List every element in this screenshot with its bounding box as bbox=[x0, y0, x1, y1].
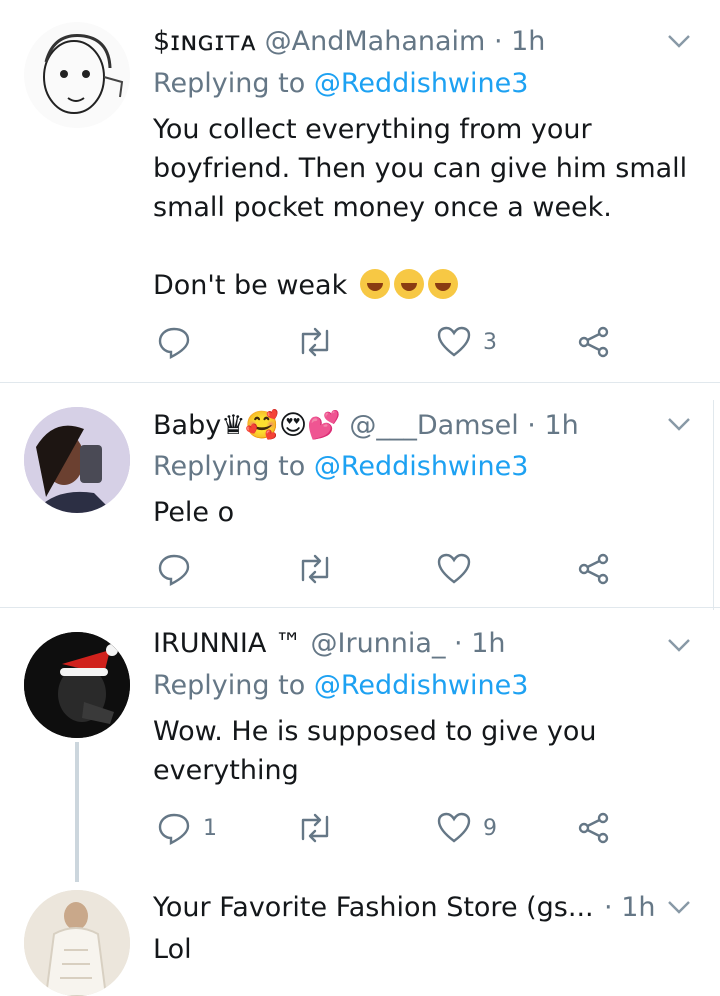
tweet-text: You collect everything from your boyfrie… bbox=[153, 110, 693, 305]
like-button[interactable]: 3 bbox=[437, 322, 497, 362]
heart-icon bbox=[437, 553, 471, 584]
heart-icon bbox=[437, 326, 471, 357]
like-count: 9 bbox=[483, 815, 497, 841]
avatar[interactable] bbox=[24, 632, 130, 738]
separator-dot: · bbox=[527, 410, 536, 441]
tweet-header: Your Favorite Fashion Store (gs... bbox=[153, 892, 600, 923]
replying-to: Replying to @Reddishwine3 bbox=[153, 68, 528, 99]
chevron-down-icon[interactable] bbox=[666, 894, 692, 920]
chevron-down-icon[interactable] bbox=[666, 411, 692, 437]
mention-link[interactable]: @Reddishwine3 bbox=[314, 68, 529, 99]
tweet-text: Pele o bbox=[153, 493, 693, 532]
reply-icon bbox=[158, 813, 190, 845]
retweet-button[interactable] bbox=[297, 808, 345, 848]
tweet[interactable]: $ɪɴɢɪᴛᴀ @AndMahanaim · 1h Replying to @R… bbox=[0, 0, 720, 382]
tweet[interactable]: IRUNNIA ™ @Irunnia_ · 1h Replying to @Re… bbox=[0, 608, 720, 878]
replying-to: Replying to @Reddishwine3 bbox=[153, 451, 528, 482]
share-icon bbox=[578, 553, 609, 585]
retweet-icon bbox=[301, 813, 329, 843]
user-handle[interactable]: @___Damsel bbox=[349, 410, 518, 441]
user-handle[interactable]: @Irunnia_ bbox=[311, 628, 446, 659]
tweet[interactable]: Your Favorite Fashion Store (gs... · 1h … bbox=[0, 884, 720, 996]
separator-dot: · bbox=[604, 892, 613, 923]
reply-icon bbox=[158, 554, 190, 586]
share-icon bbox=[578, 812, 609, 844]
display-name[interactable]: $ɪɴɢɪᴛᴀ bbox=[153, 26, 256, 57]
tweet-text-line bbox=[153, 227, 693, 266]
replying-to-prefix: Replying to bbox=[153, 670, 306, 701]
chevron-down-icon[interactable] bbox=[666, 28, 692, 54]
chevron-down-icon[interactable] bbox=[666, 632, 692, 658]
avatar[interactable] bbox=[24, 22, 130, 128]
tweet-text-line: Pele o bbox=[153, 497, 235, 528]
share-button[interactable] bbox=[577, 322, 611, 362]
thread-connector-line bbox=[75, 742, 79, 882]
retweet-icon bbox=[301, 554, 329, 584]
like-button[interactable]: 9 bbox=[437, 808, 497, 848]
timestamp[interactable]: 1h bbox=[511, 26, 545, 57]
reply-count: 1 bbox=[203, 815, 217, 841]
like-button[interactable] bbox=[437, 549, 483, 589]
separator-dot: · bbox=[493, 26, 503, 57]
share-icon bbox=[578, 326, 609, 358]
timestamp[interactable]: 1h bbox=[621, 892, 655, 923]
tweet-text-line: boyfriend. Then you can give him small bbox=[153, 153, 688, 184]
like-count: 3 bbox=[483, 329, 497, 355]
tweet-header-meta: · 1h bbox=[604, 892, 660, 923]
share-button[interactable] bbox=[577, 549, 611, 589]
user-handle[interactable]: @AndMahanaim bbox=[265, 26, 486, 57]
avatar[interactable] bbox=[24, 407, 130, 513]
tweet-header: Baby♛🥰😍💕 @___Damsel · 1h bbox=[153, 409, 650, 441]
timestamp[interactable]: 1h bbox=[471, 628, 505, 659]
tweet-header: $ɪɴɢɪᴛᴀ @AndMahanaim · 1h bbox=[153, 26, 650, 57]
replying-to-prefix: Replying to bbox=[153, 68, 306, 99]
reply-button[interactable]: 1 bbox=[157, 808, 217, 848]
tweet-actions bbox=[153, 549, 623, 589]
tweet-text-line: You collect everything from your bbox=[153, 114, 592, 145]
separator-dot: · bbox=[454, 628, 463, 659]
mention-link[interactable]: @Reddishwine3 bbox=[314, 670, 529, 701]
heart-icon bbox=[437, 812, 471, 843]
name-emoji: ♛🥰😍💕 bbox=[221, 410, 341, 441]
display-name[interactable]: IRUNNIA ™ bbox=[153, 628, 302, 659]
timestamp[interactable]: 1h bbox=[544, 410, 578, 441]
tweet-text: Lol bbox=[153, 930, 693, 969]
tweet-actions: 3 bbox=[153, 322, 623, 362]
display-name[interactable]: Your Favorite Fashion Store (gs... bbox=[153, 892, 594, 923]
display-name[interactable]: Baby bbox=[153, 410, 221, 441]
tweet-header: IRUNNIA ™ @Irunnia_ · 1h bbox=[153, 628, 650, 659]
tweet-text-line: Don't be weak bbox=[153, 266, 693, 305]
retweet-button[interactable] bbox=[297, 549, 345, 589]
tweet-text: Wow. He is supposed to give you everythi… bbox=[153, 712, 693, 790]
avatar-photo bbox=[24, 407, 130, 513]
replying-to: Replying to @Reddishwine3 bbox=[153, 670, 528, 701]
reply-icon bbox=[158, 327, 190, 359]
share-button[interactable] bbox=[577, 808, 611, 848]
rofl-emoji bbox=[359, 269, 390, 299]
avatar[interactable] bbox=[24, 890, 130, 996]
tweet-actions: 1 9 bbox=[153, 808, 623, 848]
tweet-text-line: small pocket money once a week. bbox=[153, 192, 612, 223]
tweet-text-line: Lol bbox=[153, 934, 192, 965]
scrollbar[interactable] bbox=[713, 400, 720, 610]
replying-to-prefix: Replying to bbox=[153, 451, 306, 482]
avatar-sketch-image bbox=[24, 22, 130, 128]
mention-link[interactable]: @Reddishwine3 bbox=[314, 451, 529, 482]
tweet-text-line: Wow. He is supposed to give you bbox=[153, 716, 597, 747]
tweet-text-line: everything bbox=[153, 755, 299, 786]
retweet-button[interactable] bbox=[297, 322, 345, 362]
rofl-emoji bbox=[427, 269, 458, 299]
tweet[interactable]: Baby♛🥰😍💕 @___Damsel · 1h Replying to @Re… bbox=[0, 383, 720, 607]
reply-button[interactable] bbox=[157, 322, 203, 362]
reply-button[interactable] bbox=[157, 549, 203, 589]
avatar-photo bbox=[24, 632, 130, 738]
tweet-text-segment: Don't be weak bbox=[153, 270, 348, 301]
rofl-emoji bbox=[393, 269, 424, 299]
avatar-photo bbox=[24, 890, 130, 996]
retweet-icon bbox=[301, 327, 329, 357]
